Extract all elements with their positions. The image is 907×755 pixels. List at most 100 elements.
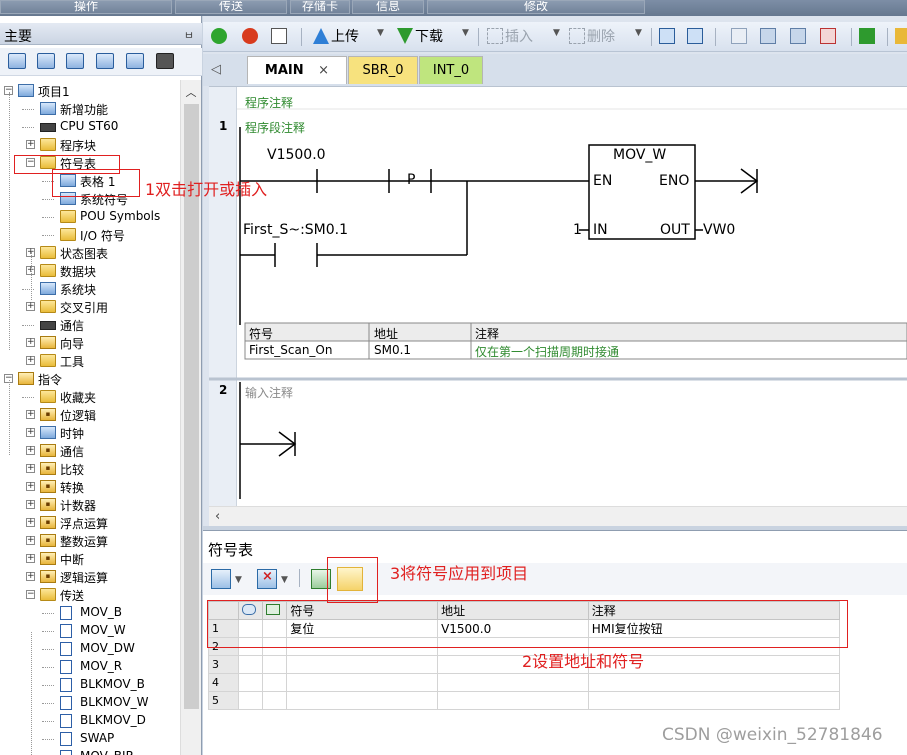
program-comment[interactable]: 程序注释: [245, 94, 293, 111]
tree-item[interactable]: I/O 符号: [0, 226, 180, 244]
symbol-cell[interactable]: [286, 691, 439, 710]
expand-icon[interactable]: +: [26, 500, 35, 509]
upload-button[interactable]: 上传: [313, 27, 359, 47]
tree-item[interactable]: MOV_B: [0, 604, 180, 622]
ribbon-tab-transfer[interactable]: 传送: [175, 0, 287, 14]
list-icon[interactable]: [66, 53, 84, 69]
tree-item[interactable]: + 工具: [0, 352, 180, 370]
comment-cell[interactable]: [587, 691, 841, 710]
tree-item[interactable]: 收藏夹: [0, 388, 180, 406]
stop-icon[interactable]: [242, 27, 260, 47]
tree-item[interactable]: + 数据块: [0, 262, 180, 280]
ribbon-tab-modify[interactable]: 修改: [427, 0, 645, 14]
download-dropdown-icon[interactable]: ▼: [462, 28, 469, 38]
tree-item[interactable]: BLKMOV_D: [0, 712, 180, 730]
tree-item[interactable]: MOV_W: [0, 622, 180, 640]
tab-scroll-left-icon[interactable]: ◁: [211, 62, 221, 77]
tree-item[interactable]: + ▪ 逻辑运算: [0, 568, 180, 586]
symbol-cell[interactable]: [286, 655, 439, 674]
row-number[interactable]: 4: [207, 673, 240, 692]
upload-dropdown-icon[interactable]: ▼: [377, 28, 384, 38]
tree-item[interactable]: + ▪ 计数器: [0, 496, 180, 514]
tree-item[interactable]: − 指令: [0, 370, 180, 388]
expand-icon[interactable]: +: [26, 140, 35, 149]
clear-bookmarks-icon[interactable]: [820, 27, 838, 47]
row-number[interactable]: 5: [207, 691, 240, 710]
editor-hscrollbar[interactable]: ‹: [209, 506, 907, 526]
tab-main[interactable]: MAIN ×: [247, 56, 347, 84]
next-bookmark-icon[interactable]: [790, 27, 808, 47]
grid-icon[interactable]: [37, 53, 55, 69]
expand-icon[interactable]: +: [26, 302, 35, 311]
scroll-up-icon[interactable]: ︿: [183, 84, 199, 99]
tree-item[interactable]: + ▪ 比较: [0, 460, 180, 478]
tree-item[interactable]: 通信: [0, 316, 180, 334]
network-comment[interactable]: 程序段注释: [245, 119, 305, 136]
tree-item[interactable]: + ▪ 转换: [0, 478, 180, 496]
tree-item[interactable]: + 时钟: [0, 424, 180, 442]
delete-dropdown-icon[interactable]: ▼: [281, 575, 288, 585]
ladder-canvas[interactable]: 程序注释 1 程序段注释 V1500.0 P First_S~:SM0.1 MO…: [209, 86, 907, 507]
page-icon[interactable]: [96, 53, 114, 69]
tree-item[interactable]: − 传送: [0, 586, 180, 604]
tree-item[interactable]: + ▪ 整数运算: [0, 532, 180, 550]
comment-cell[interactable]: [587, 673, 841, 692]
expand-icon[interactable]: +: [26, 536, 35, 545]
ribbon-tab-operate[interactable]: 操作: [0, 0, 172, 14]
address-cell[interactable]: [437, 673, 589, 692]
close-icon[interactable]: ×: [318, 63, 329, 78]
prev-bookmark-icon[interactable]: [760, 27, 778, 47]
tree-item[interactable]: MOV_DW: [0, 640, 180, 658]
insert-button[interactable]: 插入: [487, 27, 533, 47]
compile-icon[interactable]: [271, 27, 289, 47]
tree-item[interactable]: + ▪ 浮点运算: [0, 514, 180, 532]
network-icon[interactable]: [659, 27, 677, 47]
delete-button[interactable]: 删除: [569, 27, 615, 47]
delete-dropdown-icon[interactable]: ▼: [635, 28, 642, 38]
tab-int0[interactable]: INT_0: [419, 56, 483, 84]
tree-item[interactable]: CPU ST60: [0, 118, 180, 136]
lock-icon[interactable]: [895, 27, 907, 47]
expand-icon[interactable]: +: [26, 410, 35, 419]
expand-icon[interactable]: +: [26, 518, 35, 527]
insert-dropdown-icon[interactable]: ▼: [235, 575, 242, 585]
tree-item[interactable]: MOV_BIR: [0, 748, 180, 755]
tree-item[interactable]: MOV_R: [0, 658, 180, 676]
tree-item[interactable]: 新增功能: [0, 100, 180, 118]
network-comment-input[interactable]: 输入注释: [245, 384, 293, 401]
expand-icon[interactable]: +: [26, 446, 35, 455]
tree-item[interactable]: + ▪ 中断: [0, 550, 180, 568]
expand-icon[interactable]: +: [26, 338, 35, 347]
bookmark-icon[interactable]: [731, 27, 749, 47]
tree-item[interactable]: − 项目1: [0, 82, 180, 100]
insert-dropdown-icon[interactable]: ▼: [553, 28, 560, 38]
address-cell[interactable]: [437, 691, 589, 710]
expand-icon[interactable]: +: [26, 356, 35, 365]
tree-item[interactable]: POU Symbols: [0, 208, 180, 226]
tree-item[interactable]: 系统块: [0, 280, 180, 298]
view-icon[interactable]: [8, 53, 26, 69]
collapse-icon[interactable]: −: [26, 590, 35, 599]
expand-icon[interactable]: +: [26, 554, 35, 563]
scroll-left-icon[interactable]: ‹: [215, 509, 220, 524]
tree-item[interactable]: + ▪ 位逻辑: [0, 406, 180, 424]
tree-item[interactable]: BLKMOV_B: [0, 676, 180, 694]
delete-row-icon[interactable]: ×: [257, 569, 277, 589]
tree-item[interactable]: + 状态图表: [0, 244, 180, 262]
tree-item[interactable]: SWAP: [0, 730, 180, 748]
tree-item[interactable]: + ▪ 通信: [0, 442, 180, 460]
tree-item[interactable]: + 向导: [0, 334, 180, 352]
tab-sbr0[interactable]: SBR_0: [348, 56, 418, 84]
ribbon-tab-memory-card[interactable]: 存储卡: [290, 0, 350, 14]
expand-icon[interactable]: +: [26, 572, 35, 581]
chart-icon[interactable]: [126, 53, 144, 69]
goto-icon[interactable]: [859, 27, 877, 47]
monitor-icon[interactable]: [156, 53, 174, 69]
ribbon-tab-info[interactable]: 信息: [352, 0, 424, 14]
run-icon[interactable]: [211, 27, 229, 47]
tree-item[interactable]: + 交叉引用: [0, 298, 180, 316]
expand-icon[interactable]: +: [26, 428, 35, 437]
download-button[interactable]: 下载: [397, 27, 443, 47]
tree-item[interactable]: BLKMOV_W: [0, 694, 180, 712]
pin-icon[interactable]: ㅂ: [184, 27, 194, 43]
